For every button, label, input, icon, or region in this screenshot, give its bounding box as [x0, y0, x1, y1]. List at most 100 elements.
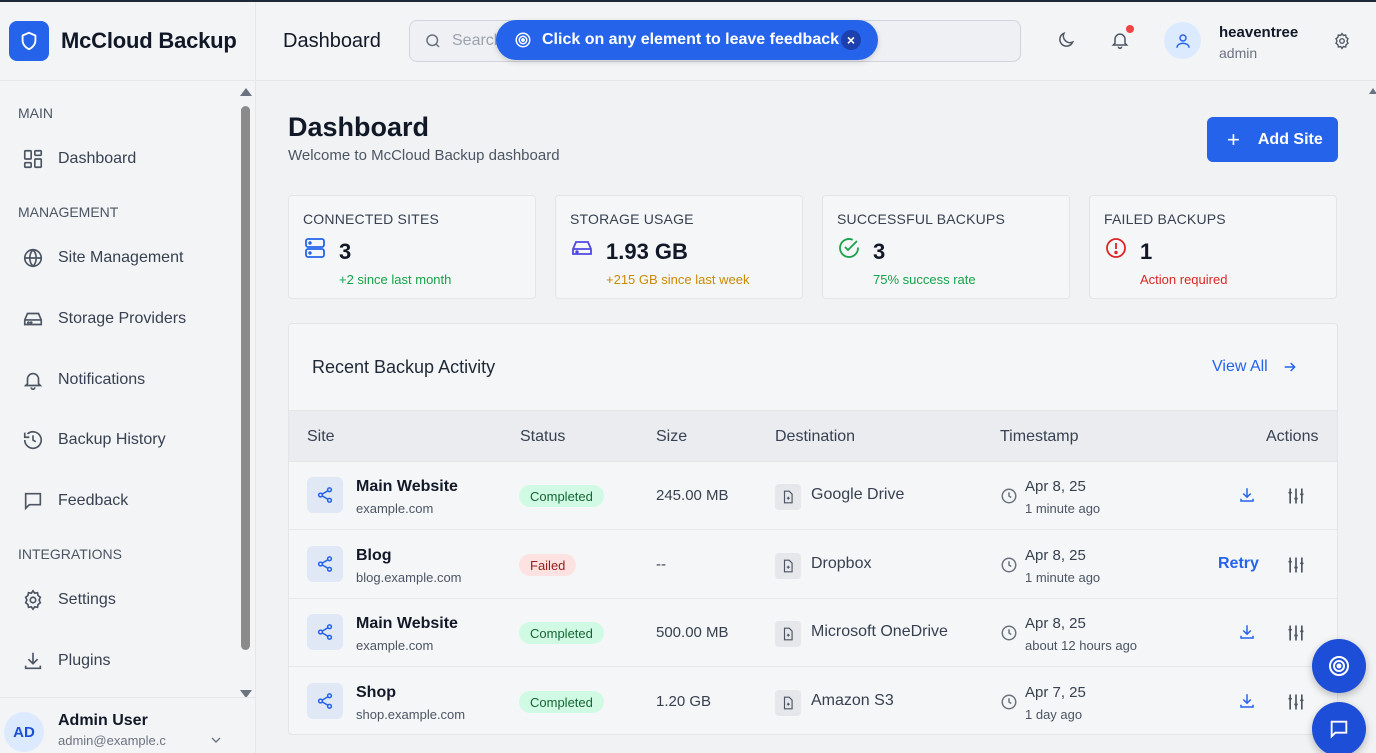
backup-size: 500.00 MB — [656, 624, 729, 641]
globe-icon — [23, 248, 43, 268]
column-header-timestamp: Timestamp — [1000, 428, 1079, 445]
sidebar-item-backup-history[interactable]: Backup History — [0, 418, 236, 462]
sidebar-item-dashboard[interactable]: Dashboard — [0, 137, 236, 181]
download-icon[interactable] — [1238, 623, 1256, 641]
sidebar-item-label: Site Management — [58, 249, 184, 266]
scroll-up-arrow-icon[interactable] — [240, 88, 252, 96]
table-header: Site Status Size Destination Timestamp A… — [289, 410, 1337, 462]
timestamp-date: Apr 7, 25 — [1025, 684, 1086, 701]
sidebar-item-notifications[interactable]: Notifications — [0, 358, 236, 402]
download-icon[interactable] — [1238, 692, 1256, 710]
feedback-banner-text: Click on any element to leave feedback — [542, 31, 840, 48]
stat-label: FAILED BACKUPS — [1104, 211, 1226, 227]
column-header-status: Status — [520, 428, 566, 445]
sidebar-item-site-management[interactable]: Site Management — [0, 236, 236, 280]
sidebar-user-menu[interactable]: AD Admin User admin@example.c — [0, 697, 255, 753]
stat-note: Action required — [1140, 272, 1228, 287]
share-icon — [307, 546, 343, 582]
sidebar-user-email: admin@example.c — [58, 733, 166, 748]
site-url: example.com — [356, 638, 434, 653]
panel-title: Recent Backup Activity — [312, 357, 496, 377]
header-user-role: admin — [1219, 45, 1258, 61]
status-badge: Completed — [519, 485, 604, 507]
share-icon — [307, 683, 343, 719]
bell-icon[interactable] — [1110, 30, 1130, 50]
gear-icon — [24, 589, 42, 611]
stat-label: SUCCESSFUL BACKUPS — [837, 211, 1006, 227]
sliders-icon[interactable] — [1286, 555, 1306, 575]
stat-card-connected-sites: CONNECTED SITES 3 +2 since last month — [288, 195, 536, 299]
column-header-destination: Destination — [775, 428, 856, 445]
share-icon — [307, 614, 343, 650]
stat-value: 1 — [1140, 239, 1153, 264]
column-header-site: Site — [307, 428, 335, 445]
feedback-target-button[interactable] — [1312, 639, 1366, 693]
moon-icon[interactable] — [1056, 30, 1076, 50]
page-title: Dashboard — [288, 112, 430, 142]
site-url: example.com — [356, 501, 434, 516]
stat-note: +2 since last month — [339, 272, 452, 287]
table-row: Blog blog.example.com Failed -- Dropbox … — [289, 531, 1337, 599]
sidebar-item-settings[interactable]: Settings — [0, 578, 236, 622]
stat-note: +215 GB since last week — [606, 272, 750, 287]
destination: Amazon S3 — [811, 692, 894, 709]
user-avatar[interactable] — [1164, 22, 1201, 59]
site-url: blog.example.com — [356, 570, 462, 585]
site-name[interactable]: Main Website — [356, 615, 458, 633]
site-name[interactable]: Main Website — [356, 478, 458, 496]
site-name[interactable]: Shop — [356, 684, 396, 702]
file-icon — [775, 690, 801, 716]
sidebar-item-storage-providers[interactable]: Storage Providers — [0, 297, 236, 341]
bell-icon — [23, 372, 43, 390]
retry-button[interactable]: Retry — [1218, 555, 1259, 573]
backup-size: -- — [656, 556, 666, 573]
clock-icon — [1001, 694, 1017, 710]
sliders-icon[interactable] — [1286, 623, 1306, 643]
timestamp-relative: 1 minute ago — [1025, 501, 1101, 516]
chat-button[interactable] — [1312, 702, 1366, 753]
message-icon — [24, 492, 42, 511]
brand-name: McCloud Backup — [61, 28, 237, 53]
destination: Dropbox — [811, 555, 872, 572]
sidebar-item-label: Feedback — [58, 492, 129, 509]
gear-icon[interactable] — [1333, 32, 1351, 50]
close-icon[interactable]: × — [841, 30, 861, 50]
site-name[interactable]: Blog — [356, 547, 392, 565]
download-icon[interactable] — [1238, 486, 1256, 504]
file-icon — [775, 484, 801, 510]
brand[interactable]: McCloud Backup — [0, 2, 255, 81]
sidebar-scrollbar[interactable] — [240, 88, 252, 698]
sidebar-item-feedback[interactable]: Feedback — [0, 479, 236, 523]
status-badge: Failed — [519, 554, 577, 576]
file-icon — [775, 621, 801, 647]
sidebar-item-label: Settings — [58, 591, 116, 608]
page-subtitle: Welcome to McCloud Backup dashboard — [288, 147, 560, 164]
backup-size: 245.00 MB — [656, 487, 729, 504]
stat-label: STORAGE USAGE — [570, 211, 694, 227]
sliders-icon[interactable] — [1286, 486, 1306, 506]
table-row: Main Website example.com Completed 500.0… — [289, 599, 1337, 667]
header-user-name[interactable]: heaventree — [1219, 24, 1298, 41]
view-all-link[interactable]: View All — [1212, 358, 1298, 376]
sidebar-item-label: Notifications — [58, 371, 146, 388]
site-url: shop.example.com — [356, 707, 466, 722]
target-icon — [515, 32, 531, 48]
section-label-integrations: INTEGRATIONS — [18, 546, 122, 562]
destination: Google Drive — [811, 486, 905, 503]
hard-drive-icon — [572, 241, 592, 255]
clock-icon — [1001, 488, 1017, 504]
stat-label: CONNECTED SITES — [303, 211, 440, 227]
page-scroll-up-arrow-icon[interactable] — [1369, 88, 1376, 94]
history-icon — [23, 431, 43, 450]
recent-activity-panel: Recent Backup Activity View All Site Sta… — [288, 323, 1338, 735]
stat-value: 3 — [339, 239, 352, 264]
column-header-size: Size — [656, 428, 688, 445]
table-row: Main Website example.com Completed 245.0… — [289, 462, 1337, 530]
sliders-icon[interactable] — [1286, 692, 1306, 712]
sidebar-item-plugins[interactable]: Plugins — [0, 639, 236, 683]
add-site-button[interactable]: + Add Site — [1207, 117, 1338, 162]
chevron-down-icon — [211, 737, 221, 743]
section-label-main: MAIN — [18, 105, 53, 121]
scrollbar-thumb[interactable] — [241, 106, 250, 650]
feedback-mode-banner: Click on any element to leave feedback × — [496, 20, 878, 60]
